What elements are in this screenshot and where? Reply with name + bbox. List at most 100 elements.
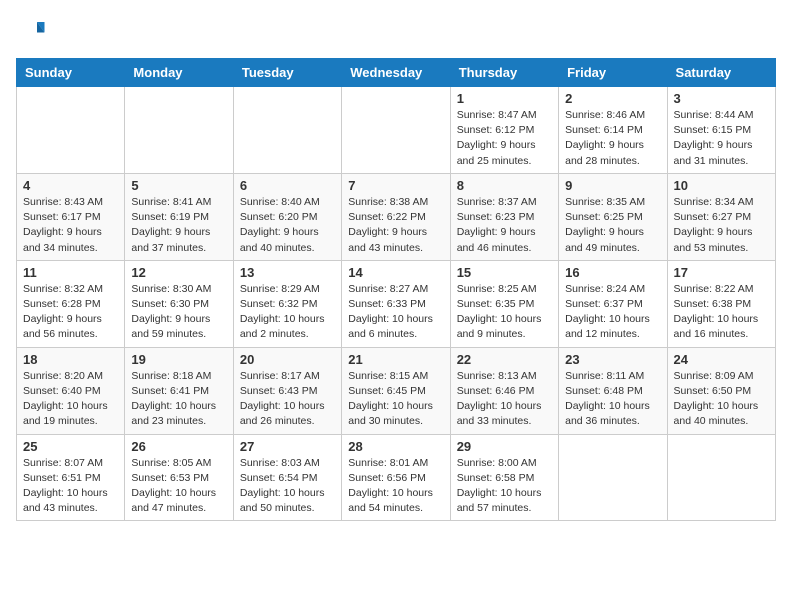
day-info: Sunrise: 8:34 AM Sunset: 6:27 PM Dayligh… (674, 195, 769, 256)
weekday-header-tuesday: Tuesday (233, 59, 341, 87)
day-info: Sunrise: 8:44 AM Sunset: 6:15 PM Dayligh… (674, 108, 769, 169)
calendar-header: SundayMondayTuesdayWednesdayThursdayFrid… (17, 59, 776, 87)
day-number: 14 (348, 265, 443, 280)
day-number: 18 (23, 352, 118, 367)
weekday-header-friday: Friday (559, 59, 667, 87)
day-info: Sunrise: 8:09 AM Sunset: 6:50 PM Dayligh… (674, 369, 769, 430)
day-info: Sunrise: 8:32 AM Sunset: 6:28 PM Dayligh… (23, 282, 118, 343)
calendar-cell: 11Sunrise: 8:32 AM Sunset: 6:28 PM Dayli… (17, 260, 125, 347)
page-header (16, 16, 776, 46)
calendar-week-2: 4 Sunrise: 8:43 AM Sunset: 6:17 PM Daylig… (17, 173, 776, 260)
day-info: Sunrise: 8:29 AM Sunset: 6:32 PM Dayligh… (240, 282, 335, 343)
day-number: 5 (131, 178, 226, 193)
calendar-cell: 26 Sunrise: 8:05 AM Sunset: 6:53 PM Dayli… (125, 434, 233, 521)
calendar-cell: 25 Sunrise: 8:07 AM Sunset: 6:51 PM Dayli… (17, 434, 125, 521)
weekday-header-monday: Monday (125, 59, 233, 87)
day-info: Sunrise: 8:35 AM Sunset: 6:25 PM Dayligh… (565, 195, 660, 256)
calendar-cell: 2 Sunrise: 8:46 AM Sunset: 6:14 PM Daylig… (559, 87, 667, 174)
day-number: 1 (457, 91, 552, 106)
day-number: 24 (674, 352, 769, 367)
calendar-cell: 15Sunrise: 8:25 AM Sunset: 6:35 PM Dayli… (450, 260, 558, 347)
weekday-header-wednesday: Wednesday (342, 59, 450, 87)
day-number: 12 (131, 265, 226, 280)
calendar-cell: 18 Sunrise: 8:20 AM Sunset: 6:40 PM Dayli… (17, 347, 125, 434)
day-number: 4 (23, 178, 118, 193)
calendar-cell (559, 434, 667, 521)
day-info: Sunrise: 8:18 AM Sunset: 6:41 PM Dayligh… (131, 369, 226, 430)
day-number: 19 (131, 352, 226, 367)
day-info: Sunrise: 8:22 AM Sunset: 6:38 PM Dayligh… (674, 282, 769, 343)
calendar-cell: 21 Sunrise: 8:15 AM Sunset: 6:45 PM Dayli… (342, 347, 450, 434)
day-info: Sunrise: 8:03 AM Sunset: 6:54 PM Dayligh… (240, 456, 335, 517)
day-info: Sunrise: 8:25 AM Sunset: 6:35 PM Dayligh… (457, 282, 552, 343)
day-info: Sunrise: 8:43 AM Sunset: 6:17 PM Dayligh… (23, 195, 118, 256)
logo-icon (16, 16, 46, 46)
day-number: 6 (240, 178, 335, 193)
day-number: 26 (131, 439, 226, 454)
calendar-cell (125, 87, 233, 174)
calendar-cell: 12 Sunrise: 8:30 AM Sunset: 6:30 PM Dayli… (125, 260, 233, 347)
calendar-cell: 5 Sunrise: 8:41 AM Sunset: 6:19 PM Daylig… (125, 173, 233, 260)
day-number: 21 (348, 352, 443, 367)
day-info: Sunrise: 8:15 AM Sunset: 6:45 PM Dayligh… (348, 369, 443, 430)
calendar-cell: 9 Sunrise: 8:35 AM Sunset: 6:25 PM Daylig… (559, 173, 667, 260)
calendar-cell: 6 Sunrise: 8:40 AM Sunset: 6:20 PM Daylig… (233, 173, 341, 260)
day-number: 22 (457, 352, 552, 367)
day-info: Sunrise: 8:13 AM Sunset: 6:46 PM Dayligh… (457, 369, 552, 430)
calendar-table: SundayMondayTuesdayWednesdayThursdayFrid… (16, 58, 776, 521)
day-number: 28 (348, 439, 443, 454)
calendar-cell: 27 Sunrise: 8:03 AM Sunset: 6:54 PM Dayli… (233, 434, 341, 521)
calendar-week-3: 11Sunrise: 8:32 AM Sunset: 6:28 PM Dayli… (17, 260, 776, 347)
day-number: 20 (240, 352, 335, 367)
calendar-body: 1 Sunrise: 8:47 AM Sunset: 6:12 PM Daylig… (17, 87, 776, 521)
day-number: 23 (565, 352, 660, 367)
calendar-cell: 17Sunrise: 8:22 AM Sunset: 6:38 PM Dayli… (667, 260, 775, 347)
calendar-week-1: 1 Sunrise: 8:47 AM Sunset: 6:12 PM Daylig… (17, 87, 776, 174)
calendar-cell: 10 Sunrise: 8:34 AM Sunset: 6:27 PM Dayli… (667, 173, 775, 260)
day-number: 13 (240, 265, 335, 280)
calendar-cell: 22 Sunrise: 8:13 AM Sunset: 6:46 PM Dayli… (450, 347, 558, 434)
calendar-cell: 14 Sunrise: 8:27 AM Sunset: 6:33 PM Dayli… (342, 260, 450, 347)
day-number: 25 (23, 439, 118, 454)
calendar-cell (17, 87, 125, 174)
day-info: Sunrise: 8:38 AM Sunset: 6:22 PM Dayligh… (348, 195, 443, 256)
logo (16, 16, 50, 46)
calendar-cell (233, 87, 341, 174)
day-info: Sunrise: 8:40 AM Sunset: 6:20 PM Dayligh… (240, 195, 335, 256)
day-info: Sunrise: 8:00 AM Sunset: 6:58 PM Dayligh… (457, 456, 552, 517)
day-number: 10 (674, 178, 769, 193)
day-info: Sunrise: 8:41 AM Sunset: 6:19 PM Dayligh… (131, 195, 226, 256)
day-number: 16 (565, 265, 660, 280)
day-info: Sunrise: 8:05 AM Sunset: 6:53 PM Dayligh… (131, 456, 226, 517)
calendar-cell: 19 Sunrise: 8:18 AM Sunset: 6:41 PM Dayli… (125, 347, 233, 434)
day-number: 2 (565, 91, 660, 106)
calendar-cell: 24 Sunrise: 8:09 AM Sunset: 6:50 PM Dayli… (667, 347, 775, 434)
day-info: Sunrise: 8:27 AM Sunset: 6:33 PM Dayligh… (348, 282, 443, 343)
day-info: Sunrise: 8:24 AM Sunset: 6:37 PM Dayligh… (565, 282, 660, 343)
calendar-cell: 1 Sunrise: 8:47 AM Sunset: 6:12 PM Daylig… (450, 87, 558, 174)
day-info: Sunrise: 8:07 AM Sunset: 6:51 PM Dayligh… (23, 456, 118, 517)
day-number: 27 (240, 439, 335, 454)
calendar-cell: 29 Sunrise: 8:00 AM Sunset: 6:58 PM Dayli… (450, 434, 558, 521)
calendar-cell: 4 Sunrise: 8:43 AM Sunset: 6:17 PM Daylig… (17, 173, 125, 260)
weekday-header-sunday: Sunday (17, 59, 125, 87)
day-info: Sunrise: 8:11 AM Sunset: 6:48 PM Dayligh… (565, 369, 660, 430)
day-info: Sunrise: 8:17 AM Sunset: 6:43 PM Dayligh… (240, 369, 335, 430)
calendar-cell (667, 434, 775, 521)
calendar-week-5: 25 Sunrise: 8:07 AM Sunset: 6:51 PM Dayli… (17, 434, 776, 521)
calendar-cell: 7 Sunrise: 8:38 AM Sunset: 6:22 PM Daylig… (342, 173, 450, 260)
calendar-cell: 16 Sunrise: 8:24 AM Sunset: 6:37 PM Dayli… (559, 260, 667, 347)
calendar-cell: 23 Sunrise: 8:11 AM Sunset: 6:48 PM Dayli… (559, 347, 667, 434)
day-number: 7 (348, 178, 443, 193)
day-info: Sunrise: 8:46 AM Sunset: 6:14 PM Dayligh… (565, 108, 660, 169)
day-number: 3 (674, 91, 769, 106)
day-number: 9 (565, 178, 660, 193)
calendar-cell: 3 Sunrise: 8:44 AM Sunset: 6:15 PM Daylig… (667, 87, 775, 174)
weekday-header-row: SundayMondayTuesdayWednesdayThursdayFrid… (17, 59, 776, 87)
day-info: Sunrise: 8:20 AM Sunset: 6:40 PM Dayligh… (23, 369, 118, 430)
day-info: Sunrise: 8:47 AM Sunset: 6:12 PM Dayligh… (457, 108, 552, 169)
calendar-cell: 13 Sunrise: 8:29 AM Sunset: 6:32 PM Dayli… (233, 260, 341, 347)
day-number: 29 (457, 439, 552, 454)
calendar-cell (342, 87, 450, 174)
day-info: Sunrise: 8:30 AM Sunset: 6:30 PM Dayligh… (131, 282, 226, 343)
